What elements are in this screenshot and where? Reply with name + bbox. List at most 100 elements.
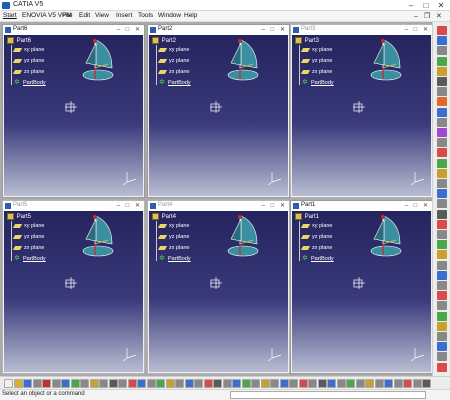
toolbar-tool-icon[interactable] xyxy=(42,379,51,388)
toolbar-tool-icon[interactable] xyxy=(437,301,447,311)
compass-axis-model[interactable] xyxy=(82,35,132,87)
toolbar-tool-icon[interactable] xyxy=(213,379,222,388)
tree-item-xy-plane[interactable]: xy plane xyxy=(12,47,45,53)
minimize-icon[interactable]: – xyxy=(404,0,418,11)
toolbar-tool-icon[interactable] xyxy=(437,117,447,127)
tree-item-zx-plane[interactable]: zx plane xyxy=(300,69,333,75)
toolbar-tool-icon[interactable] xyxy=(32,379,42,388)
toolbar-tool-icon[interactable] xyxy=(437,321,447,331)
toolbar-tool-icon[interactable] xyxy=(437,168,447,178)
toolbar-tool-icon[interactable] xyxy=(4,379,13,388)
toolbar-tool-icon[interactable] xyxy=(437,209,447,219)
tree-root-item[interactable]: Part1 xyxy=(295,213,319,220)
toolbar-tool-icon[interactable] xyxy=(61,379,70,388)
toolbar-tool-icon[interactable] xyxy=(336,379,346,388)
toolbar-tool-icon[interactable] xyxy=(194,379,203,388)
toolbar-tool-icon[interactable] xyxy=(437,230,447,239)
tree-item-partbody[interactable]: ✲ PartBody xyxy=(159,79,191,86)
toolbar-tool-icon[interactable] xyxy=(51,379,61,388)
tree-root-item[interactable]: Part3 xyxy=(295,37,319,44)
tree-item-yz-plane[interactable]: yz plane xyxy=(12,234,45,240)
doc-close-icon[interactable]: ✕ xyxy=(436,11,442,22)
menu-start[interactable]: Start xyxy=(3,12,17,19)
toolbar-tool-icon[interactable] xyxy=(279,379,289,388)
toolbar-tool-icon[interactable] xyxy=(222,379,232,388)
toolbar-tool-icon[interactable] xyxy=(437,66,447,76)
maximize-icon[interactable]: □ xyxy=(419,0,433,11)
tree-item-partbody[interactable]: ✲ PartBody xyxy=(302,255,334,262)
tree-item-yz-plane[interactable]: yz plane xyxy=(157,58,190,64)
toolbar-tool-icon[interactable] xyxy=(437,270,447,280)
toolbar-tool-icon[interactable] xyxy=(251,379,260,388)
tree-item-zx-plane[interactable]: zx plane xyxy=(157,245,190,251)
document-window-controls[interactable]: – □ ✕ xyxy=(117,201,142,211)
tree-root-item[interactable]: Part5 xyxy=(7,213,31,220)
toolbar-tool-icon[interactable] xyxy=(70,379,80,388)
compass-axis-model[interactable] xyxy=(227,211,277,263)
document-window-title-bar[interactable]: Part6 – □ ✕ xyxy=(3,25,144,35)
toolbar-tool-icon[interactable] xyxy=(289,379,298,388)
document-window[interactable]: Part1 – □ ✕ Part1 xy plane yz plane zx p… xyxy=(290,200,433,374)
toolbar-tool-icon[interactable] xyxy=(365,379,374,388)
tree-item-zx-plane[interactable]: zx plane xyxy=(300,245,333,251)
compass-axis-model[interactable] xyxy=(227,35,277,87)
tree-item-xy-plane[interactable]: xy plane xyxy=(300,223,333,229)
tree-root-item[interactable]: Part4 xyxy=(152,213,176,220)
menu-tools[interactable]: Tools xyxy=(138,12,153,19)
toolbar-tool-icon[interactable] xyxy=(241,379,251,388)
toolbar-tool-icon[interactable] xyxy=(355,379,365,388)
toolbar-tool-icon[interactable] xyxy=(437,138,447,148)
3d-viewport[interactable]: Part6 xy plane yz plane zx plane ✲ PartBo… xyxy=(4,35,143,196)
toolbar-tool-icon[interactable] xyxy=(384,379,393,388)
document-window-controls[interactable]: – □ ✕ xyxy=(405,25,430,35)
tree-item-yz-plane[interactable]: yz plane xyxy=(300,234,333,240)
tree-root-item[interactable]: Part2 xyxy=(152,37,176,44)
document-window[interactable]: Part2 – □ ✕ Part2 xy plane yz plane zx p… xyxy=(147,24,290,198)
tree-root-item[interactable]: Part6 xyxy=(7,37,31,44)
toolbar-tool-icon[interactable] xyxy=(127,379,137,388)
toolbar-tool-icon[interactable] xyxy=(298,379,308,388)
toolbar-tool-icon[interactable] xyxy=(327,379,336,388)
toolbar-tool-icon[interactable] xyxy=(437,87,447,97)
toolbar-tool-icon[interactable] xyxy=(437,97,447,107)
3d-viewport[interactable]: Part2 xy plane yz plane zx plane ✲ PartBo… xyxy=(149,35,288,196)
menu-edit[interactable]: Edit xyxy=(79,12,90,19)
toolbar-tool-icon[interactable] xyxy=(137,379,146,388)
toolbar-tool-icon[interactable] xyxy=(23,379,32,388)
document-window-controls[interactable]: – □ ✕ xyxy=(405,201,430,211)
3d-viewport[interactable]: Part3 xy plane yz plane zx plane ✲ PartBo… xyxy=(292,35,431,196)
toolbar-tool-icon[interactable] xyxy=(317,379,327,388)
menu-insert[interactable]: Insert xyxy=(116,12,132,19)
document-window-title-bar[interactable]: Part5 – □ ✕ xyxy=(3,201,144,211)
document-window[interactable]: Part6 – □ ✕ Part6 xy plane yz plane zx p… xyxy=(2,24,145,198)
tree-item-yz-plane[interactable]: yz plane xyxy=(12,58,45,64)
document-window-controls[interactable]: – □ ✕ xyxy=(262,201,287,211)
doc-minimize-icon[interactable]: – xyxy=(414,11,418,22)
toolbar-tool-icon[interactable] xyxy=(403,379,412,388)
doc-restore-icon[interactable]: ❐ xyxy=(424,11,430,22)
document-window-controls[interactable]: – □ ✕ xyxy=(117,25,142,35)
tree-item-zx-plane[interactable]: zx plane xyxy=(12,245,45,251)
toolbar-tool-icon[interactable] xyxy=(437,311,447,321)
tree-item-yz-plane[interactable]: yz plane xyxy=(300,58,333,64)
document-window-title-bar[interactable]: Part2 – □ ✕ xyxy=(148,25,289,35)
menu-file[interactable]: File xyxy=(62,12,72,19)
toolbar-tool-icon[interactable] xyxy=(393,379,403,388)
toolbar-tool-icon[interactable] xyxy=(437,352,447,362)
document-window[interactable]: Part3 – □ ✕ Part3 xy plane yz plane zx p… xyxy=(290,24,433,198)
toolbar-tool-icon[interactable] xyxy=(437,362,447,372)
tree-item-zx-plane[interactable]: zx plane xyxy=(12,69,45,75)
tree-item-xy-plane[interactable]: xy plane xyxy=(300,47,333,53)
toolbar-tool-icon[interactable] xyxy=(118,379,127,388)
toolbar-tool-icon[interactable] xyxy=(437,36,447,46)
compass-axis-model[interactable] xyxy=(370,35,420,87)
toolbar-tool-icon[interactable] xyxy=(437,107,447,117)
toolbar-tool-icon[interactable] xyxy=(437,291,447,301)
menu-window[interactable]: Window xyxy=(158,12,181,19)
toolbar-tool-icon[interactable] xyxy=(260,379,270,388)
toolbar-tool-icon[interactable] xyxy=(437,199,447,209)
tree-item-partbody[interactable]: ✲ PartBody xyxy=(14,255,46,262)
toolbar-tool-icon[interactable] xyxy=(232,379,241,388)
toolbar-tool-icon[interactable] xyxy=(412,379,422,388)
tree-item-yz-plane[interactable]: yz plane xyxy=(157,234,190,240)
